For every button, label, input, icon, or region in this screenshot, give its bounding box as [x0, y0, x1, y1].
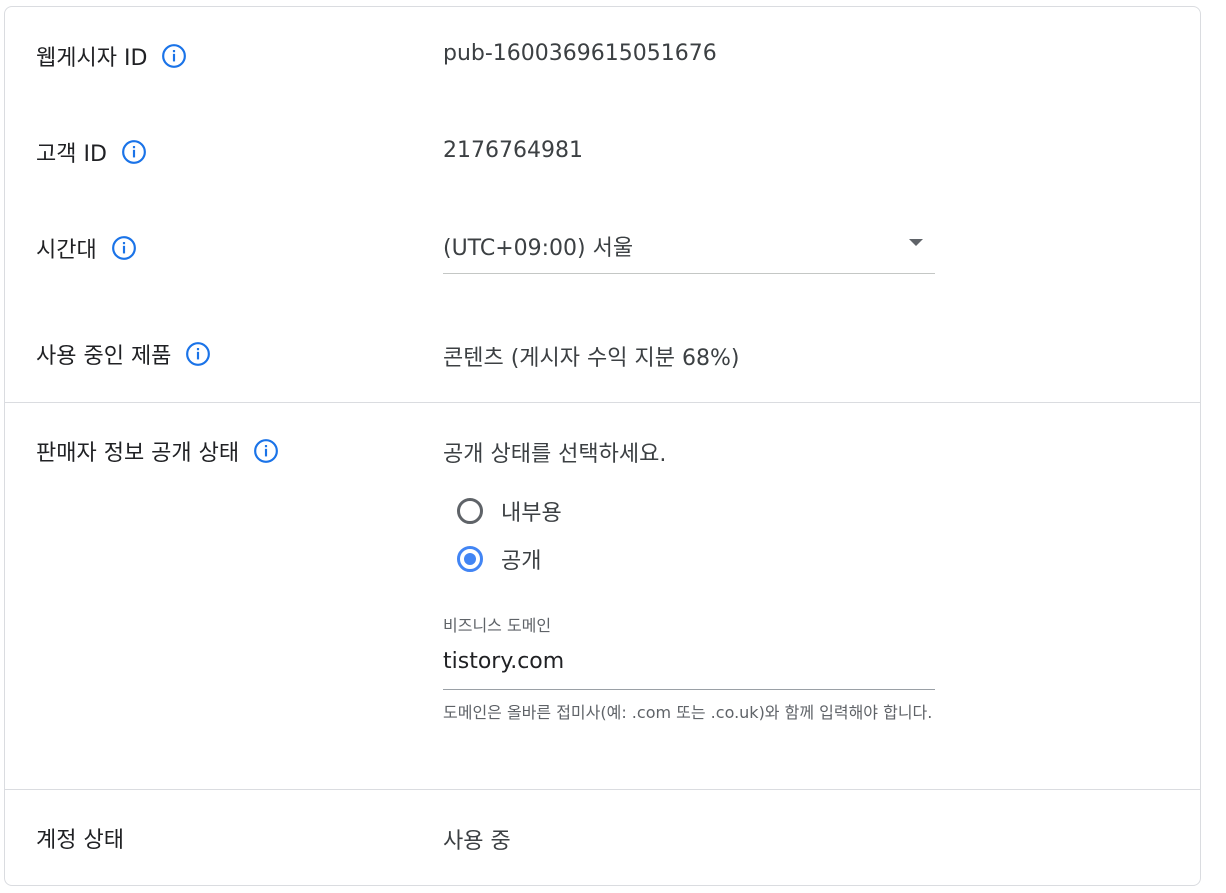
radio-internal[interactable]: 내부용 [457, 495, 562, 527]
info-icon[interactable] [161, 43, 187, 69]
radio-internal-label: 내부용 [501, 501, 562, 526]
timezone-select[interactable]: (UTC+09:00) 서울 [443, 226, 935, 274]
radio-public[interactable]: 공개 [457, 543, 541, 575]
label-timezone: 시간대 [36, 232, 137, 264]
info-icon[interactable] [185, 341, 211, 367]
account-info-card: 웹게시자 ID pub-1600369615051676 고객 ID 21767… [4, 6, 1201, 886]
domain-helper-text: 도메인은 올바른 접미사(예: .com 또는 .co.uk)와 함께 입력해야… [443, 703, 933, 722]
info-icon[interactable] [111, 235, 137, 261]
label-customer-id: 고객 ID [36, 136, 147, 168]
section-divider [5, 402, 1200, 403]
dropdown-arrow-icon [909, 239, 923, 246]
business-domain-label: 비즈니스 도메인 [443, 616, 552, 635]
radio-public-label: 공개 [501, 549, 542, 574]
info-icon[interactable] [253, 438, 279, 464]
radio-checked-icon[interactable] [457, 546, 483, 572]
seller-info-label: 판매자 정보 공개 상태 [36, 441, 240, 466]
label-products: 사용 중인 제품 [36, 338, 211, 370]
input-underline [443, 689, 935, 690]
products-label: 사용 중인 제품 [36, 344, 172, 369]
label-account-status: 계정 상태 [36, 822, 124, 854]
products-value: 콘텐츠 (게시자 수익 지분 68%) [443, 346, 740, 371]
customer-id-value: 2176764981 [443, 138, 583, 163]
timezone-selected-value: (UTC+09:00) 서울 [443, 236, 634, 261]
section-divider [5, 789, 1200, 790]
radio-unchecked-icon[interactable] [457, 498, 483, 524]
account-status-value: 사용 중 [443, 829, 511, 854]
customer-id-label: 고객 ID [36, 142, 107, 167]
info-icon[interactable] [121, 139, 147, 165]
business-domain-input[interactable]: tistory.com [443, 649, 564, 674]
website-id-label: 웹게시자 ID [36, 46, 148, 71]
label-website-id: 웹게시자 ID [36, 40, 187, 72]
seller-info-prompt: 공개 상태를 선택하세요. [443, 442, 667, 467]
website-id-value: pub-1600369615051676 [443, 41, 717, 66]
label-seller-info: 판매자 정보 공개 상태 [36, 435, 279, 467]
account-status-label: 계정 상태 [36, 828, 124, 853]
timezone-label: 시간대 [36, 238, 97, 263]
